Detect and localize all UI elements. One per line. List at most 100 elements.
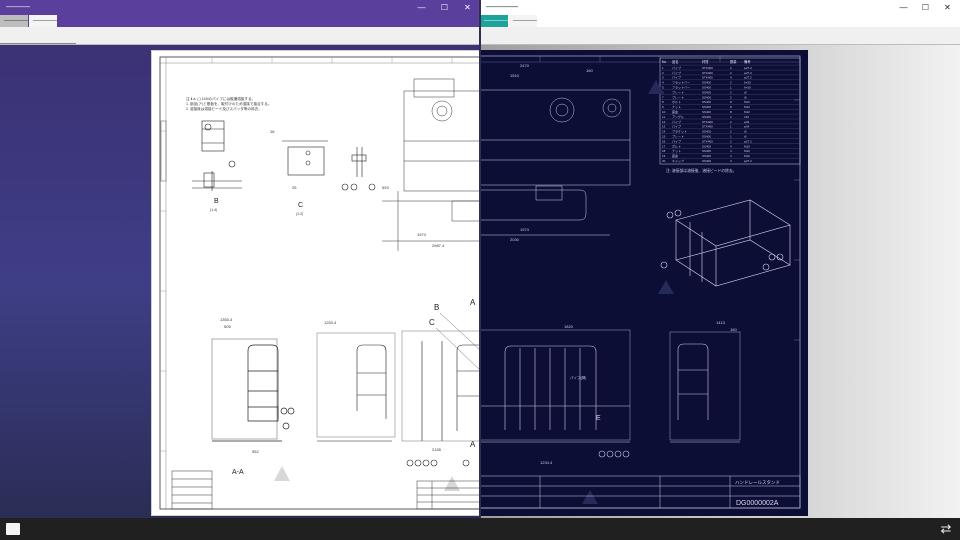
dim-25: 25 (292, 185, 297, 190)
left-minimize-button[interactable]: — (410, 0, 433, 15)
parts-table-cell: SS400 (702, 115, 711, 119)
right-maximize-button[interactable]: ☐ (914, 0, 937, 15)
right-tab-1[interactable]: ———— (480, 15, 508, 27)
right-drawing-sheet[interactable]: No 品名 材質 数量 備考 1 パイプ STK400 2 φ27.2 2 パイプ STK400 2 φ27… (480, 50, 808, 516)
right-toolbar (480, 27, 960, 45)
window-divider[interactable] (479, 0, 481, 518)
note-line-2: 1. 部品(ア)と基板を、取付けのため溶接で接合する。 (186, 101, 271, 106)
parts-table-cell: 2 (730, 95, 732, 99)
dim-505: 505 (224, 324, 231, 329)
parts-table-cell: ナット (672, 148, 681, 153)
parts-table-cell: 2 (730, 71, 732, 75)
left-titlebar[interactable]: ——— — ☐ ✕ (0, 0, 480, 15)
swap-arrows-icon[interactable]: ⇄ (938, 521, 954, 537)
section-letter-c: C (429, 318, 435, 327)
parts-table-cell: SS400 (702, 135, 711, 139)
left-maximize-button[interactable]: ☐ (433, 0, 456, 15)
parts-table-cell: SS400 (702, 144, 711, 148)
detail-view-b (192, 120, 242, 191)
left-toolbar (0, 27, 480, 45)
parts-table-cell: フラットバー (672, 80, 690, 85)
parts-table-header: 備考 (744, 59, 751, 64)
note-line-1: 注 Ⅱ.a. ( ) 11Mのパイプには縦通溶接する。 (186, 96, 255, 101)
right-close-button[interactable]: ✕ (936, 0, 959, 15)
parts-table-cell: STK400 (702, 71, 713, 75)
parts-table-cell: STK400 (702, 125, 713, 129)
parts-table-cell: φ27.2 (744, 71, 752, 75)
right-note: 注: 溶接部は溶接後、溶接ビードの除去。 (666, 168, 736, 173)
parts-table-cell: パイプ (672, 119, 681, 124)
desktop-screen: ——— — ☐ ✕ ———— ———— 注 Ⅱ.a. () 11Mのパイプには… (0, 0, 960, 540)
parts-table-cell: SS400 (702, 149, 711, 153)
view-b-scale: (1:4) (210, 208, 217, 212)
right-letter-e: E (596, 415, 601, 422)
right-handrail-front-view (480, 329, 631, 458)
left-tab-2[interactable]: ———— (29, 15, 57, 27)
side-view-middle (316, 332, 396, 442)
right-dim-1510: 1510 (510, 73, 520, 78)
right-dim-1974: 1974 (520, 227, 530, 232)
left-tab-1[interactable]: ———— (0, 15, 28, 27)
section-letter-a-bottom: A (470, 440, 476, 449)
parts-table-cell: 3 (662, 76, 664, 80)
right-titlebar[interactable]: ———— — ☐ ✕ (480, 0, 960, 15)
dim-2987: 2987.4 (432, 243, 445, 248)
parts-table-cell: SS400 (702, 105, 711, 109)
side-view-right (401, 330, 480, 467)
parts-table-cell: 6×50 (744, 81, 751, 85)
parts-table-cell: M12 (744, 110, 750, 114)
right-frame-zone-ticks (539, 56, 800, 341)
parts-table-cell: 13 (662, 125, 666, 129)
parts-table-cell: M12 (744, 105, 750, 109)
section-letter-a-top: A (470, 298, 476, 307)
parts-table-cell: ナット (672, 104, 681, 109)
dim-1974: 1974 (417, 232, 427, 237)
watermark-triangle-1 (274, 466, 290, 481)
start-button[interactable] (6, 523, 20, 535)
parts-table-cell: ボルト (672, 143, 681, 148)
right-dim-1234: 1234.4 (540, 460, 553, 465)
right-dim-2470: 2470 (520, 63, 530, 68)
parts-table-cell: プレート (672, 134, 684, 139)
parts-table-cell: 4 (730, 159, 732, 163)
parts-table-cell: SS400 (702, 81, 711, 85)
right-window-title: ———— (486, 2, 518, 11)
left-drawing-sheet[interactable]: 注 Ⅱ.a. ( ) 11Mのパイプには縦通溶接する。 1. 部品(ア)と基板を… (151, 50, 480, 516)
section-letter-b: B (434, 303, 439, 312)
right-tab-2[interactable]: ———— (509, 15, 537, 27)
isometric-handrail-view (660, 199, 791, 287)
parts-table-cell: 4 (730, 149, 732, 153)
right-drawing-svg: No 品名 材質 数量 備考 1 パイプ STK400 2 φ27.2 2 パイプ STK400 2 φ27… (480, 55, 801, 509)
parts-table-cell: 4 (662, 81, 664, 85)
left-close-button[interactable]: ✕ (456, 0, 479, 15)
parts-table-cell: 1 (730, 135, 732, 139)
parts-table-cell: SS400 (702, 159, 711, 163)
parts-table-cell: 2 (730, 130, 732, 134)
taskbar: ⇄ (0, 518, 960, 540)
parts-table-cell: STK400 (702, 66, 713, 70)
parts-table-cell: φ27.2 (744, 159, 752, 163)
parts-table-cell: 18 (662, 149, 666, 153)
parts-table-cell: 座金 (672, 109, 678, 114)
parts-table-cell: SS400 (702, 90, 711, 94)
parts-table: No 品名 材質 数量 備考 1 パイプ STK400 2 φ27.2 2 パイプ STK400 2 φ27… (659, 57, 801, 165)
right-minimize-button[interactable]: — (892, 0, 915, 15)
parts-table-cell: t6 (744, 135, 747, 139)
left-toolbar-underline (0, 43, 76, 44)
parts-table-cell: SS400 (702, 95, 711, 99)
parts-table-cell: 2 (730, 115, 732, 119)
right-label-pipe: パイプ(脚) (570, 375, 586, 380)
parts-table-cell: 15 (662, 135, 666, 139)
parts-table-cell: 14 (662, 130, 666, 134)
section-a-a-label: A-A (232, 469, 244, 476)
parts-table-cell: 19 (662, 154, 666, 158)
parts-table-cell: 11 (662, 115, 665, 119)
parts-table-cell: プレート (672, 94, 684, 99)
parts-table-cell: M10 (744, 154, 750, 158)
parts-table-cell: 4 (730, 76, 732, 80)
parts-table-cell: 20 (662, 159, 666, 163)
title-block-name: ハンドレールスタンド (735, 479, 780, 486)
parts-table-cell: φ34 (744, 125, 750, 129)
dim-1353: 1353.4 (220, 317, 233, 322)
side-label-box (160, 120, 167, 182)
